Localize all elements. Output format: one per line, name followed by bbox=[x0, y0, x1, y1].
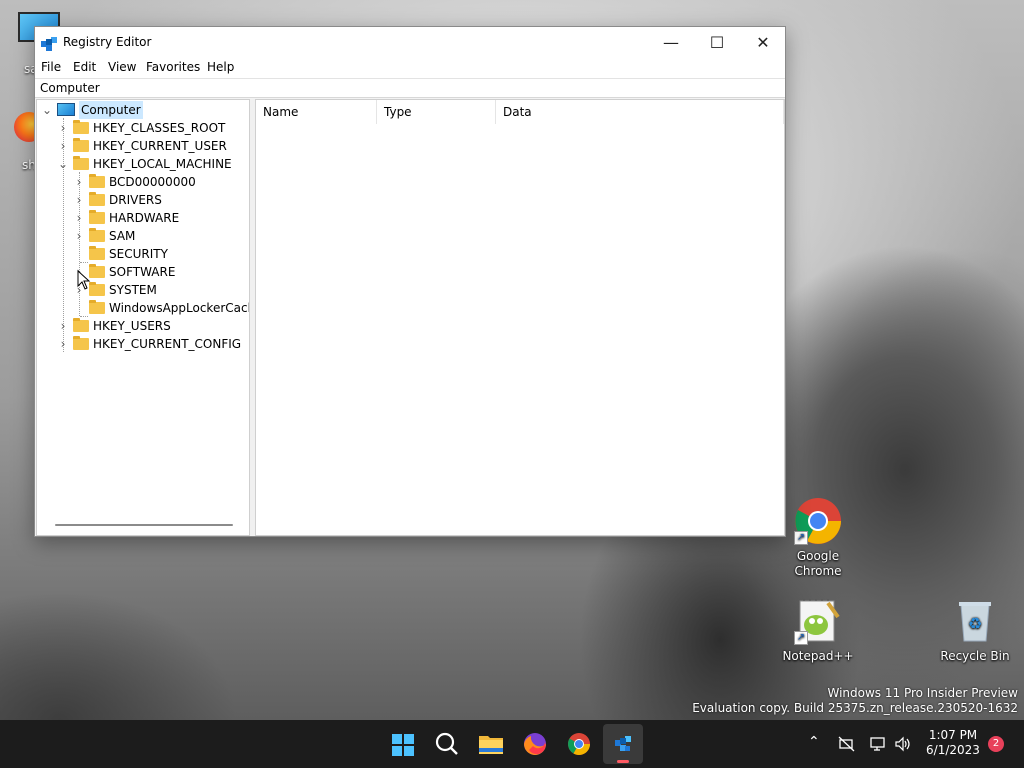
address-text: Computer bbox=[40, 81, 100, 95]
chrome-button[interactable] bbox=[559, 724, 599, 764]
tree-item-computer[interactable]: ⌄ Computer bbox=[41, 101, 241, 119]
window-title: Registry Editor bbox=[63, 35, 152, 49]
folder-icon bbox=[89, 192, 105, 206]
tree-item-hkey-users[interactable]: › HKEY_USERS bbox=[57, 317, 247, 335]
firefox-button[interactable] bbox=[515, 724, 555, 764]
computer-icon bbox=[57, 103, 75, 116]
tree-item-hkey-local-machine[interactable]: ⌄ HKEY_LOCAL_MACHINE bbox=[57, 155, 247, 173]
shortcut-arrow-icon: ↗ bbox=[794, 531, 808, 545]
tree-item-sam[interactable]: › SAM bbox=[73, 227, 249, 245]
tree-item-software[interactable]: › SOFTWARE bbox=[73, 263, 249, 281]
folder-icon bbox=[73, 318, 89, 332]
desktop-icon-label: Recycle Bin bbox=[940, 649, 1010, 663]
wallpaper-shadow bbox=[0, 520, 260, 720]
search-button[interactable] bbox=[427, 724, 467, 764]
folder-icon bbox=[89, 228, 105, 242]
tree-item-hkey-current-config[interactable]: › HKEY_CURRENT_CONFIG bbox=[57, 335, 247, 353]
network-disconnected-icon[interactable] bbox=[838, 736, 856, 752]
desktop-icon-notepadpp[interactable]: ↗ Notepad++ bbox=[780, 597, 856, 664]
file-explorer-icon bbox=[479, 736, 503, 754]
chevron-right-icon[interactable]: › bbox=[73, 227, 85, 245]
close-button[interactable]: ✕ bbox=[740, 27, 786, 58]
folder-icon bbox=[73, 138, 89, 152]
key-tree-pane[interactable]: ⌄ Computer › HKEY_CLASSES_ROOT › HKEY_CU… bbox=[36, 99, 250, 536]
search-icon bbox=[435, 732, 458, 755]
desktop-icon-recycle-bin[interactable]: ♻ Recycle Bin bbox=[937, 597, 1013, 664]
recycle-bin-icon: ♻ bbox=[951, 597, 999, 645]
desktop-icon-label: Google Chrome bbox=[794, 549, 842, 578]
folder-icon bbox=[89, 210, 105, 224]
registry-editor-taskbar-button[interactable] bbox=[603, 724, 643, 764]
folder-icon bbox=[73, 120, 89, 134]
column-header-name[interactable]: Name bbox=[256, 100, 377, 124]
tree-item-security[interactable]: SECURITY bbox=[73, 245, 249, 263]
clock-date: 6/1/2023 bbox=[926, 743, 980, 757]
notification-badge[interactable]: 2 bbox=[988, 736, 1004, 752]
desktop-icon-chrome[interactable]: ↗ Google Chrome bbox=[780, 497, 856, 579]
chevron-right-icon[interactable]: › bbox=[73, 209, 85, 227]
tree-item-system[interactable]: › SYSTEM bbox=[73, 281, 249, 299]
maximize-button[interactable]: ☐ bbox=[694, 27, 740, 58]
folder-icon bbox=[89, 174, 105, 188]
start-icon bbox=[392, 734, 414, 756]
tree-item-hkey-current-user[interactable]: › HKEY_CURRENT_USER bbox=[57, 137, 247, 155]
menu-favorites[interactable]: Favorites bbox=[146, 60, 200, 74]
chevron-right-icon[interactable]: › bbox=[57, 137, 69, 155]
clock-time: 1:07 PM bbox=[928, 728, 978, 742]
menu-bar: File Edit View Favorites Help bbox=[35, 58, 785, 78]
chevron-right-icon[interactable]: › bbox=[73, 173, 85, 191]
folder-icon bbox=[89, 246, 105, 260]
firefox-icon bbox=[524, 733, 546, 755]
chevron-right-icon[interactable]: › bbox=[73, 191, 85, 209]
folder-icon bbox=[89, 300, 105, 314]
title-bar[interactable]: Registry Editor — ☐ ✕ bbox=[35, 27, 785, 58]
mouse-cursor-icon bbox=[77, 270, 91, 290]
chevron-right-icon[interactable]: › bbox=[57, 335, 69, 353]
desktop-icon-label: Notepad++ bbox=[782, 649, 854, 663]
show-hidden-icons-button[interactable]: ⌃ bbox=[808, 734, 820, 750]
tree-item-bcd00000000[interactable]: › BCD00000000 bbox=[73, 173, 249, 191]
minimize-button[interactable]: — bbox=[648, 27, 694, 58]
active-app-indicator bbox=[617, 760, 629, 763]
chrome-icon bbox=[568, 733, 590, 755]
folder-icon bbox=[73, 156, 89, 170]
address-bar[interactable]: Computer bbox=[35, 78, 785, 98]
start-button[interactable] bbox=[382, 724, 422, 764]
windows-watermark: Windows 11 Pro Insider Preview Evaluatio… bbox=[692, 686, 1018, 715]
column-header-type[interactable]: Type bbox=[377, 100, 496, 124]
chevron-down-icon[interactable]: ⌄ bbox=[41, 101, 53, 119]
tree-horizontal-scrollbar[interactable] bbox=[55, 524, 233, 526]
column-header-data[interactable]: Data bbox=[496, 100, 784, 124]
file-explorer-button[interactable] bbox=[471, 724, 511, 764]
chevron-down-icon[interactable]: ⌄ bbox=[57, 155, 69, 173]
registry-editor-icon bbox=[615, 736, 631, 751]
clock[interactable]: 1:07 PM 6/1/2023 bbox=[920, 728, 986, 758]
volume-icon[interactable] bbox=[894, 736, 912, 752]
tree-item-drivers[interactable]: › DRIVERS bbox=[73, 191, 249, 209]
notepadpp-icon: ↗ bbox=[794, 597, 842, 645]
values-list-pane[interactable]: Name Type Data bbox=[255, 99, 785, 536]
registry-editor-window[interactable]: Registry Editor — ☐ ✕ File Edit View Fav… bbox=[34, 26, 786, 537]
display-icon[interactable] bbox=[870, 736, 888, 752]
folder-icon bbox=[73, 336, 89, 350]
tree-item-hkey-classes-root[interactable]: › HKEY_CLASSES_ROOT bbox=[57, 119, 247, 137]
tree-item-windowsapplockercache[interactable]: WindowsAppLockerCache bbox=[73, 299, 249, 317]
menu-edit[interactable]: Edit bbox=[73, 60, 96, 74]
registry-editor-icon bbox=[41, 35, 57, 51]
folder-icon bbox=[89, 282, 105, 296]
menu-help[interactable]: Help bbox=[207, 60, 234, 74]
shortcut-arrow-icon: ↗ bbox=[794, 631, 808, 645]
tree-item-hardware[interactable]: › HARDWARE bbox=[73, 209, 249, 227]
menu-view[interactable]: View bbox=[108, 60, 136, 74]
chevron-right-icon[interactable]: › bbox=[57, 317, 69, 335]
folder-icon bbox=[89, 264, 105, 278]
chrome-icon: ↗ bbox=[794, 497, 842, 545]
svg-text:♻: ♻ bbox=[968, 614, 982, 633]
menu-file[interactable]: File bbox=[41, 60, 61, 74]
chevron-right-icon[interactable]: › bbox=[57, 119, 69, 137]
